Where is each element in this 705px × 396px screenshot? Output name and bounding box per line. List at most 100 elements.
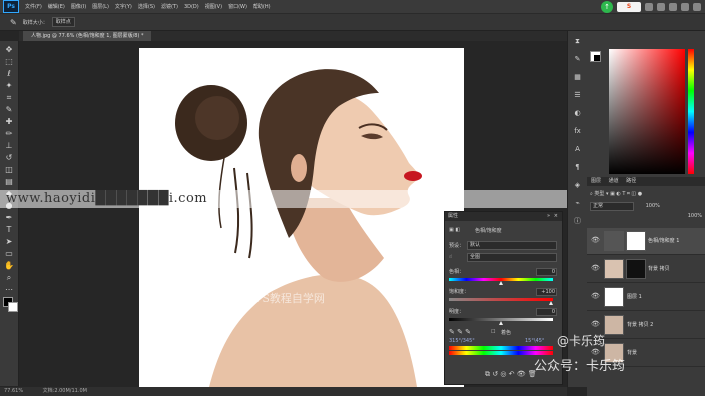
more-tools-icon[interactable]: ⋯	[4, 285, 14, 294]
type-tool-icon[interactable]: T	[4, 225, 14, 234]
history-brush-icon[interactable]: ↺	[4, 153, 14, 162]
menu-layer[interactable]: 图层(L)	[92, 3, 109, 10]
range-right: 15°\45°	[525, 338, 545, 344]
paths-icon[interactable]: ⌁	[573, 199, 582, 207]
saturation-slider-knob[interactable]	[548, 301, 553, 305]
tab-layers[interactable]: 图层	[591, 178, 601, 184]
layer-name: 图层 1	[627, 294, 642, 300]
menu-select[interactable]: 选择(S)	[138, 3, 155, 10]
layer-row[interactable]: 👁 背景 拷贝	[587, 256, 705, 283]
menu-image[interactable]: 图像(I)	[71, 3, 86, 10]
zoom-level[interactable]: 77.61%	[4, 388, 23, 394]
color-picker-field[interactable]	[609, 49, 685, 174]
opacity-value[interactable]: 100%	[646, 203, 660, 209]
saturation-label: 饱和度：	[449, 289, 470, 295]
menu-window[interactable]: 窗口(W)	[228, 3, 247, 10]
layer-row[interactable]: 👁 图层 1	[587, 284, 705, 311]
menu-view[interactable]: 视图(V)	[205, 3, 222, 10]
eyedropper-tool-icon[interactable]: ✎	[10, 18, 17, 27]
adjustments-icon[interactable]: ◐	[573, 109, 582, 117]
photoshop-logo: Ps	[3, 0, 19, 13]
preset-select[interactable]: 默认	[467, 241, 557, 250]
blend-mode-select[interactable]: 正常	[590, 202, 634, 211]
visibility-eye-icon[interactable]: 👁	[591, 320, 600, 328]
zoom-tool-icon[interactable]: ⌕	[4, 273, 14, 282]
lightness-slider-knob[interactable]	[499, 321, 503, 325]
history-icon[interactable]: ⧗	[573, 37, 582, 45]
properties-title-text: 属性	[448, 213, 459, 219]
color-range-bar-top[interactable]	[449, 346, 553, 350]
layer-mask-thumb[interactable]	[626, 231, 646, 251]
layers-tab-bar: 图层 通道 路径	[587, 177, 705, 186]
upload-badge-icon[interactable]: ↑	[601, 0, 613, 13]
channel-select[interactable]: 全图	[467, 253, 557, 262]
pen-tool-icon[interactable]: ✒	[4, 213, 14, 222]
panel-background-swatch[interactable]	[594, 55, 600, 61]
colorize-checkbox[interactable]: ☐	[491, 329, 495, 335]
menu-3d[interactable]: 3D(D)	[184, 4, 199, 10]
panel-collapse-icon[interactable]: »	[547, 212, 550, 221]
layer-mask-thumb[interactable]	[626, 259, 646, 279]
menu-edit[interactable]: 编辑(E)	[48, 3, 65, 10]
paragraph-icon[interactable]: ¶	[573, 163, 582, 171]
character-icon[interactable]: A	[573, 145, 582, 153]
styles-icon[interactable]: fx	[573, 127, 582, 135]
sample-size-select[interactable]: 取样点	[51, 17, 75, 27]
tray-settings-icon[interactable]	[693, 2, 701, 11]
info-icon[interactable]: ⓘ	[573, 217, 582, 225]
layer-row[interactable]: 👁 色相/饱和度 1	[587, 228, 705, 255]
menu-type[interactable]: 文字(Y)	[115, 3, 132, 10]
marquee-tool-icon[interactable]: ⬚	[4, 57, 14, 66]
path-selection-icon[interactable]: ➤	[4, 237, 14, 246]
visibility-eye-icon[interactable]: 👁	[591, 264, 600, 272]
channels-icon[interactable]: ◈	[573, 181, 582, 189]
shape-tool-icon[interactable]: ▭	[4, 249, 14, 258]
swatches-icon[interactable]: ▦	[573, 73, 582, 81]
visibility-eye-icon[interactable]: 👁	[591, 236, 600, 244]
gradient-tool-icon[interactable]: ▤	[4, 177, 14, 186]
input-method-icon[interactable]: S	[617, 1, 641, 12]
hand-adjust-icon[interactable]: ☝	[449, 254, 452, 260]
lightness-value[interactable]: 0	[536, 308, 557, 316]
fill-value[interactable]: 100%	[590, 213, 702, 221]
tools-panel: ✥ ⬚ ℓ ✦ ⌗ ✎ ✚ ✏ ⊥ ↺ ◫ ▤ ◆ ● ✒ T ➤ ▭ ✋ ⌕ …	[0, 41, 19, 386]
healing-brush-icon[interactable]: ✚	[4, 117, 14, 126]
menu-help[interactable]: 帮助(H)	[253, 3, 271, 10]
tab-channels[interactable]: 通道	[609, 178, 619, 184]
tray-grid-icon[interactable]	[681, 2, 689, 11]
hue-spectrum-bar[interactable]	[688, 49, 694, 174]
hue-label: 色相：	[449, 269, 465, 275]
eraser-tool-icon[interactable]: ◫	[4, 165, 14, 174]
portrait-illustration	[175, 69, 422, 387]
eyedropper-set-icon[interactable]: ✎ ✎ ✎	[449, 328, 471, 336]
saturation-slider[interactable]	[449, 298, 553, 301]
document-tab[interactable]: 人物.jpg @ 77.6% (色相/饱和度 1, 图层蒙版/8) *	[23, 31, 152, 41]
hue-slider-knob[interactable]	[499, 281, 503, 285]
hue-value[interactable]: 0	[536, 268, 557, 276]
tray-keyboard-icon[interactable]	[657, 2, 665, 11]
tab-paths[interactable]: 路径	[626, 178, 636, 184]
crop-tool-icon[interactable]: ⌗	[4, 93, 14, 102]
magic-wand-tool-icon[interactable]: ✦	[4, 81, 14, 90]
menu-file[interactable]: 文件(F)	[25, 3, 42, 10]
saturation-value[interactable]: +100	[536, 288, 557, 296]
brush-preset-icon[interactable]: ✎	[573, 55, 582, 63]
adjustment-title: 色相/饱和度	[475, 228, 502, 234]
layer-filter-row[interactable]: ⌕ 类型 ▾ ▣ ◐ T ⌗ ◫ ●	[590, 190, 702, 198]
brush-tool-icon[interactable]: ✏	[4, 129, 14, 138]
tray-shirt-icon[interactable]	[669, 2, 677, 11]
move-tool-icon[interactable]: ✥	[4, 45, 14, 54]
lasso-tool-icon[interactable]: ℓ	[4, 69, 14, 78]
tray-mic-icon[interactable]	[645, 2, 653, 11]
panel-close-icon[interactable]: ×	[554, 212, 558, 221]
hand-tool-icon[interactable]: ✋	[4, 261, 14, 270]
background-color-swatch[interactable]	[8, 302, 18, 312]
clone-stamp-icon[interactable]: ⊥	[4, 141, 14, 150]
eyedropper-icon[interactable]: ✎	[4, 105, 14, 114]
visibility-eye-icon[interactable]: 👁	[591, 292, 600, 300]
panel-footer-icons[interactable]: ⧉ ↺ ◎ ↶ 👁 🗑	[485, 370, 537, 379]
properties-icon[interactable]: ☰	[573, 91, 582, 99]
social-account-watermark: 公众号：卡乐筠	[534, 359, 626, 374]
portrait-photo[interactable]	[139, 48, 464, 387]
menu-filter[interactable]: 滤镜(T)	[161, 3, 178, 10]
